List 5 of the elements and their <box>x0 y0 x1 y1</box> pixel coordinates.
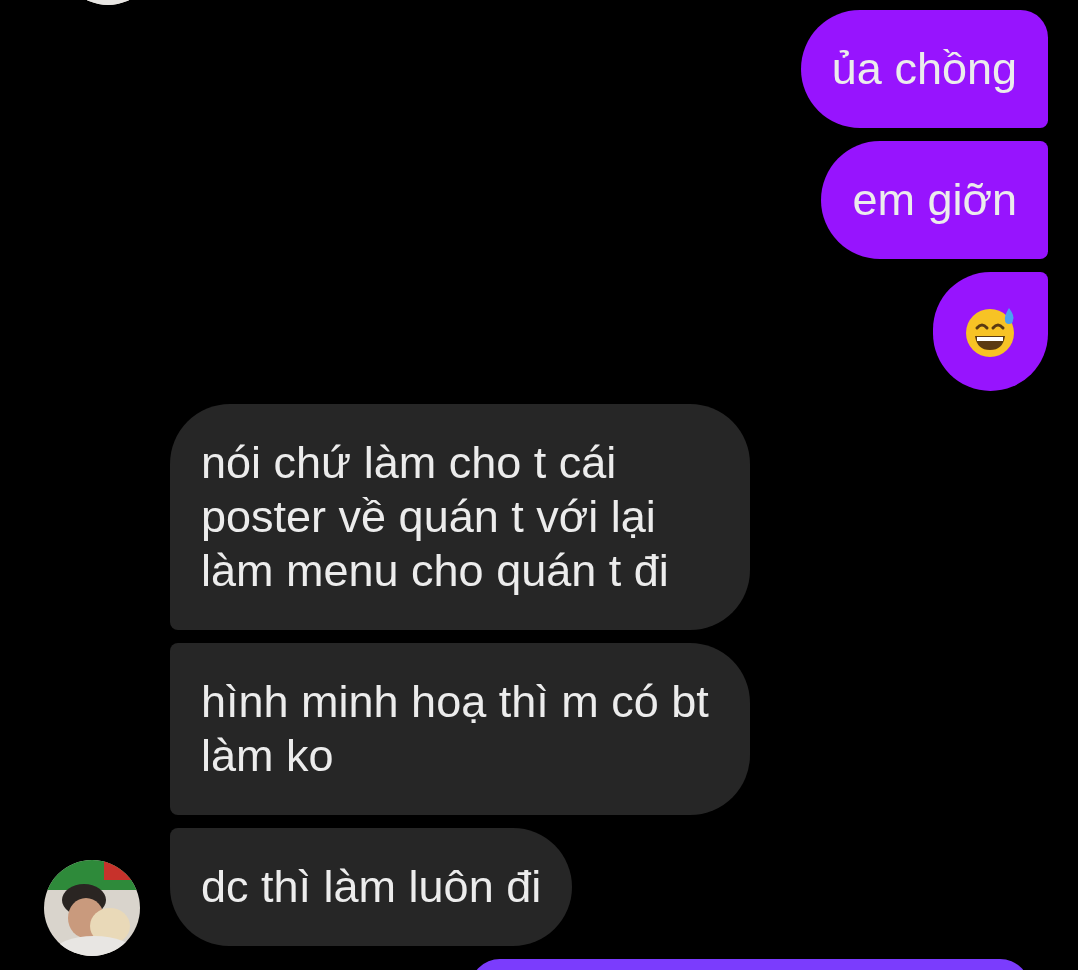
message-text: hình minh hoạ thì m có bt làm ko <box>201 675 710 783</box>
message-text: nói chứ làm cho t cái poster về quán t với lại làm menu cho quán t đi <box>201 436 670 598</box>
message-text: em giỡn <box>852 173 1017 227</box>
message-text: dc thì làm luôn đi <box>201 860 542 914</box>
message-text: ủa chồng <box>831 42 1017 96</box>
